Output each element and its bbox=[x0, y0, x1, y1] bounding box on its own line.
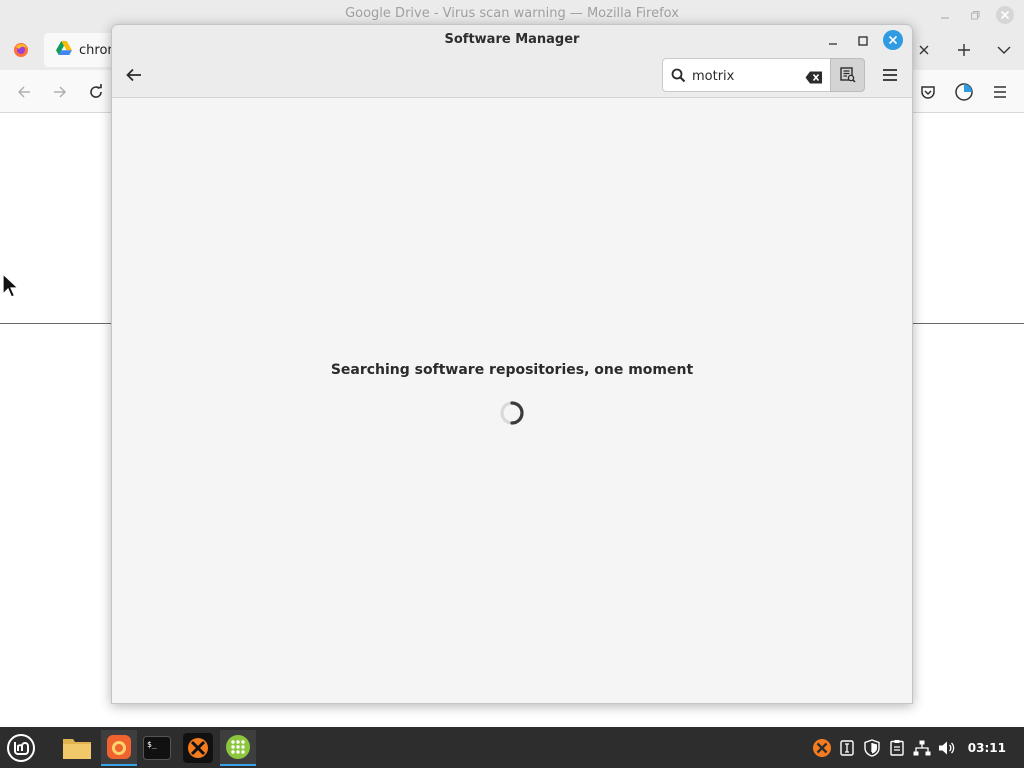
clock[interactable]: 03:11 bbox=[960, 741, 1024, 755]
google-drive-icon bbox=[56, 41, 72, 59]
folder-icon[interactable] bbox=[59, 730, 95, 766]
forward-icon[interactable] bbox=[42, 70, 78, 113]
clipboard-icon[interactable] bbox=[885, 727, 910, 768]
keyboard-layout-icon[interactable] bbox=[835, 727, 860, 768]
hamburger-menu-icon[interactable] bbox=[878, 63, 902, 87]
clear-search-icon[interactable] bbox=[805, 69, 823, 88]
software-manager-headerbar: Software Manager bbox=[112, 25, 912, 98]
new-tab-icon[interactable] bbox=[944, 30, 984, 70]
svg-text:$_: $_ bbox=[147, 740, 157, 749]
firefox-view-icon[interactable] bbox=[0, 30, 42, 70]
firefox-window-title: Google Drive - Virus scan warning — Mozi… bbox=[345, 6, 679, 21]
system-tray: 03:11 bbox=[810, 727, 1024, 768]
close-icon[interactable] bbox=[994, 4, 1016, 26]
mouse-cursor-icon bbox=[2, 272, 20, 303]
volume-icon[interactable] bbox=[935, 727, 960, 768]
window-title: Software Manager bbox=[444, 32, 580, 47]
back-icon[interactable] bbox=[6, 70, 42, 113]
search-input[interactable] bbox=[692, 65, 798, 87]
minimize-icon[interactable] bbox=[823, 31, 843, 51]
xampp-tray-icon[interactable] bbox=[810, 727, 835, 768]
restore-icon[interactable] bbox=[964, 4, 986, 26]
update-shield-icon[interactable] bbox=[860, 727, 885, 768]
close-icon[interactable] bbox=[883, 30, 903, 50]
hamburger-menu-icon[interactable] bbox=[982, 70, 1018, 113]
back-arrow-icon[interactable] bbox=[122, 63, 146, 87]
account-icon[interactable] bbox=[946, 70, 982, 113]
reload-icon[interactable] bbox=[78, 70, 114, 113]
loading-spinner-icon bbox=[498, 399, 526, 427]
search-icon bbox=[671, 68, 686, 87]
maximize-icon[interactable] bbox=[853, 31, 873, 51]
firefox-icon[interactable] bbox=[101, 730, 137, 766]
terminal-icon[interactable]: $_ bbox=[139, 730, 175, 766]
software-manager-icon[interactable] bbox=[220, 730, 256, 766]
search-status-text: Searching software repositories, one mom… bbox=[330, 362, 694, 378]
search-field[interactable] bbox=[662, 58, 831, 92]
search-in-summary-icon[interactable] bbox=[830, 58, 865, 92]
minimize-icon[interactable] bbox=[934, 4, 956, 26]
pocket-icon[interactable] bbox=[910, 70, 946, 113]
list-tabs-icon[interactable] bbox=[984, 30, 1024, 70]
mint-menu-icon[interactable] bbox=[4, 731, 38, 765]
xampp-icon[interactable] bbox=[180, 730, 216, 766]
taskbar: $_ 03:11 bbox=[0, 727, 1024, 768]
network-icon[interactable] bbox=[910, 727, 935, 768]
software-manager-window: Software Manager Searching bbox=[111, 24, 913, 704]
